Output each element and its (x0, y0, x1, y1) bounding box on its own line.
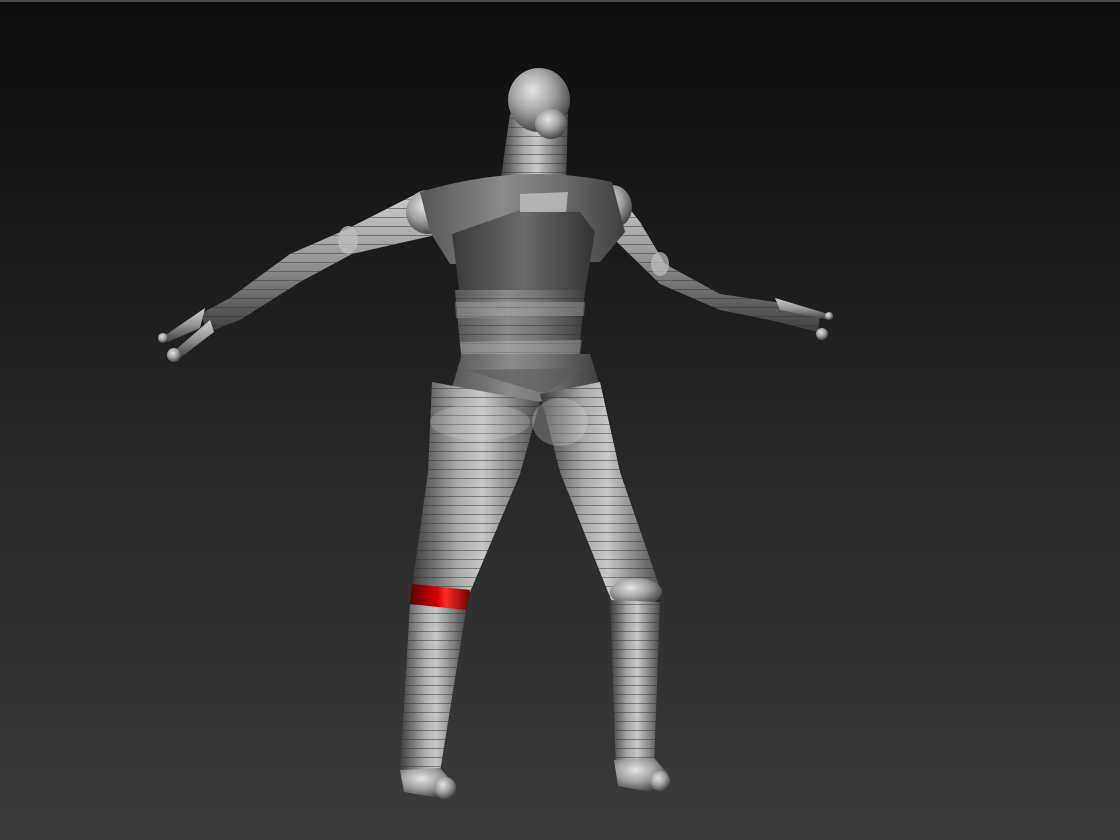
left-toe-sphere[interactable] (434, 777, 456, 799)
right-hip-joint[interactable] (532, 398, 588, 446)
right-elbow-joint[interactable] (651, 252, 669, 276)
torso[interactable] (420, 174, 625, 402)
right-leg[interactable] (532, 382, 670, 792)
right-toe-sphere[interactable] (650, 771, 670, 791)
left-finger-tip[interactable] (158, 333, 168, 343)
left-elbow-joint[interactable] (338, 226, 358, 254)
left-leg[interactable] (400, 382, 540, 799)
zsphere-figure-render[interactable] (0, 2, 1120, 840)
nose-sphere[interactable] (535, 109, 567, 139)
right-finger-tip[interactable] (825, 312, 833, 320)
left-thumb-tip[interactable] (167, 348, 181, 362)
head-and-neck[interactable] (500, 68, 570, 184)
right-thumb-tip[interactable] (816, 328, 828, 340)
left-arm[interactable] (158, 190, 450, 362)
zbrush-canvas-viewport[interactable] (0, 0, 1120, 840)
right-arm[interactable] (592, 184, 833, 340)
